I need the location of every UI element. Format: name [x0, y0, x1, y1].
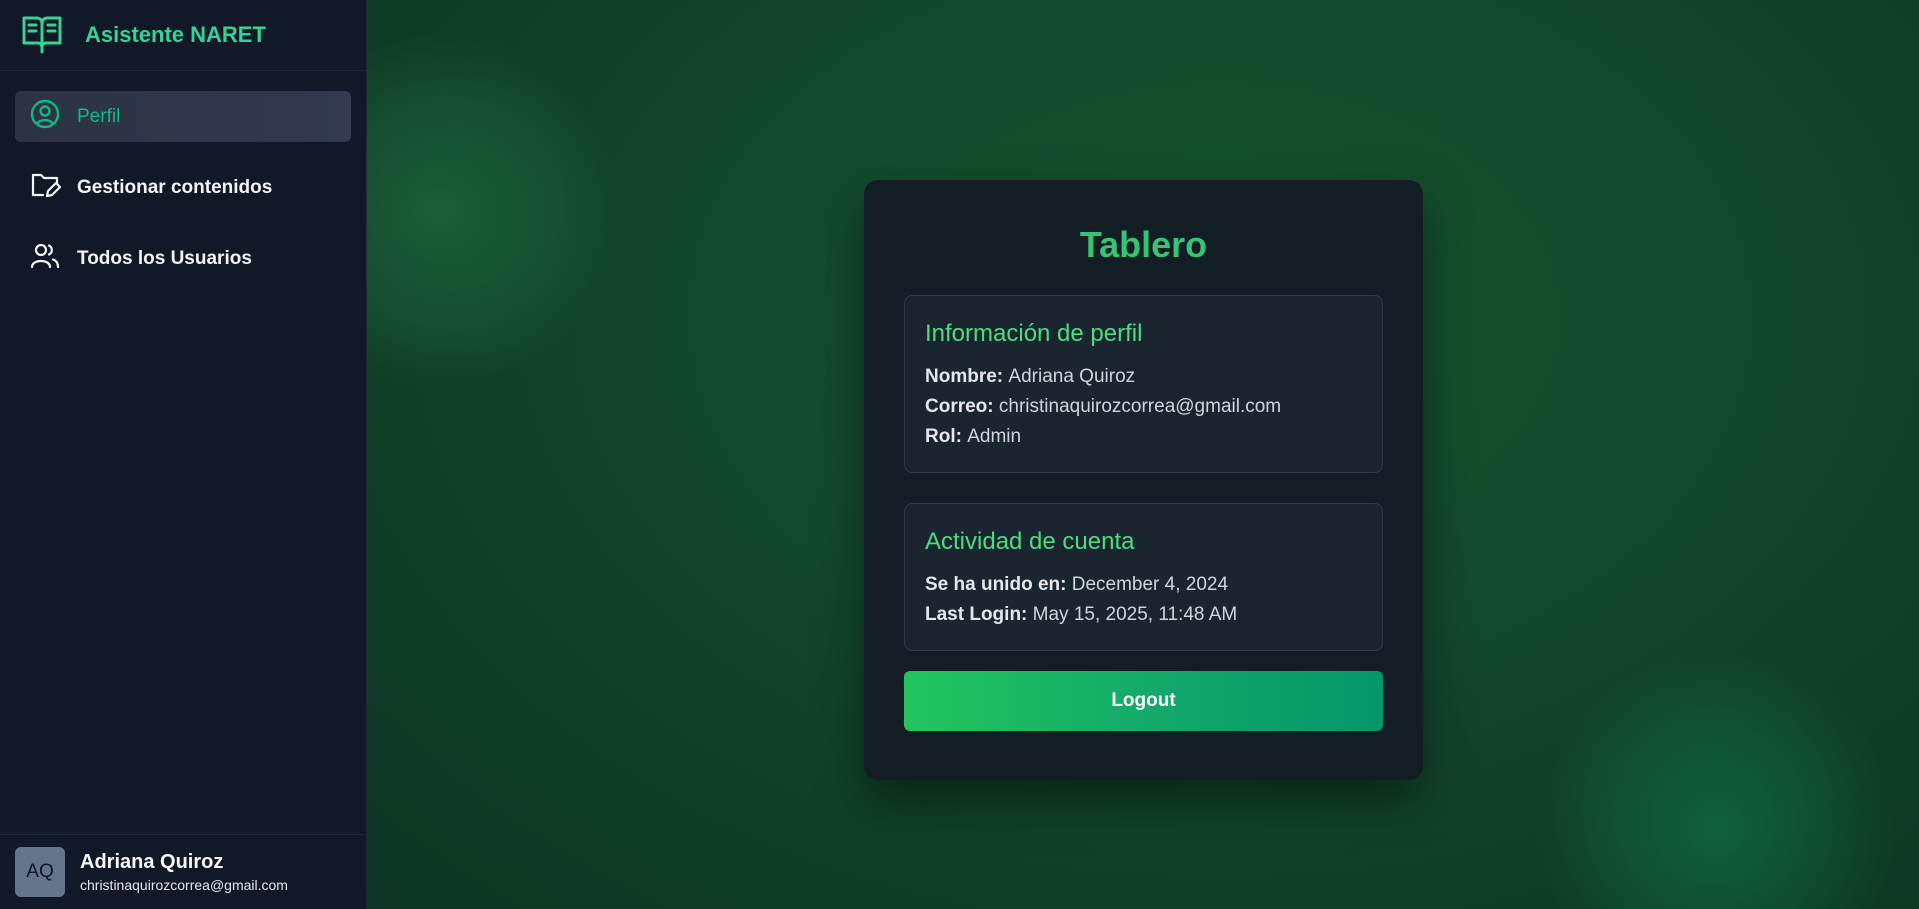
sidebar: Asistente NARET Perfil Gestionar conteni…: [0, 0, 367, 909]
joined-row: Se ha unido en: December 4, 2024: [925, 570, 1362, 600]
sidebar-item-todos-los-usuarios[interactable]: Todos los Usuarios: [15, 233, 351, 284]
sidebar-nav: Perfil Gestionar contenidos Todos los Us…: [0, 71, 366, 304]
sidebar-item-perfil[interactable]: Perfil: [15, 91, 351, 142]
logout-button[interactable]: Logout: [904, 671, 1383, 731]
brand-name: Asistente NARET: [85, 22, 266, 47]
folder-edit-icon: [29, 169, 62, 207]
last-login-label: Last Login:: [925, 604, 1033, 625]
user-email: christinaquirozcorrea@gmail.com: [80, 877, 288, 893]
last-login-value: May 15, 2025, 11:48 AM: [1032, 604, 1238, 625]
account-activity-section: Actividad de cuenta Se ha unido en: Dece…: [904, 503, 1383, 651]
name-label: Nombre:: [925, 366, 1009, 387]
dashboard-card: Tablero Información de perfil Nombre: Ad…: [864, 180, 1423, 780]
last-login-row: Last Login: May 15, 2025, 11:48 AM: [925, 600, 1362, 630]
user-circle-icon: [29, 98, 61, 136]
profile-role-row: Rol: Admin: [925, 422, 1362, 452]
profile-info-section: Información de perfil Nombre: Adriana Qu…: [904, 295, 1383, 473]
user-name: Adriana Quiroz: [80, 851, 224, 873]
sidebar-item-label: Todos los Usuarios: [77, 247, 252, 269]
user-profile-card[interactable]: AQ Adriana Quiroz christinaquirozcorrea@…: [0, 834, 366, 909]
account-activity-heading: Actividad de cuenta: [925, 528, 1135, 555]
brand[interactable]: Asistente NARET: [0, 0, 366, 71]
role-value: Admin: [967, 426, 1022, 447]
role-label: Rol:: [925, 426, 968, 447]
book-icon: [20, 11, 64, 60]
email-value: christinaquirozcorrea@gmail.com: [998, 396, 1282, 417]
user-info: Adriana Quiroz christinaquirozcorrea@gma…: [80, 851, 288, 893]
email-label: Correo:: [925, 396, 999, 417]
name-value: Adriana Quiroz: [1008, 366, 1136, 387]
sidebar-item-label: Gestionar contenidos: [77, 176, 273, 198]
avatar: AQ: [15, 847, 65, 897]
profile-info-heading: Información de perfil: [925, 320, 1143, 347]
users-icon: [29, 240, 61, 278]
profile-email-row: Correo: christinaquirozcorrea@gmail.com: [925, 392, 1362, 422]
sidebar-item-label: Perfil: [77, 105, 121, 127]
joined-value: December 4, 2024: [1071, 574, 1229, 595]
joined-label: Se ha unido en:: [925, 574, 1072, 595]
profile-name-row: Nombre: Adriana Quiroz: [925, 362, 1362, 392]
page-title: Tablero: [1079, 224, 1208, 265]
sidebar-item-gestionar-contenidos[interactable]: Gestionar contenidos: [15, 162, 351, 213]
